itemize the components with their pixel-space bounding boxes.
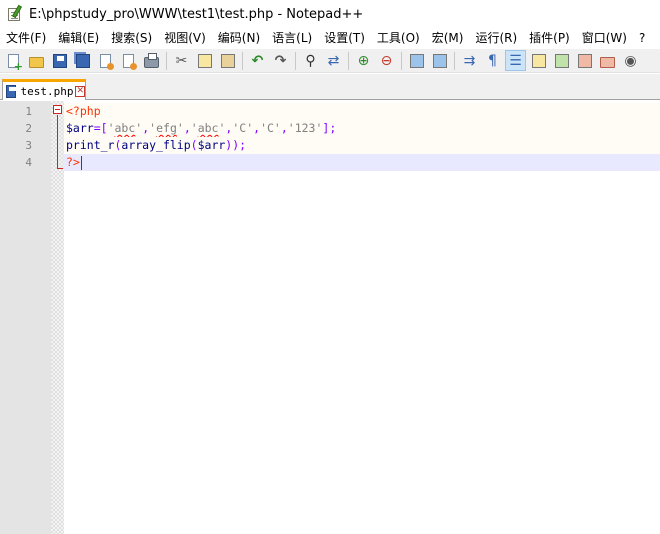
tab-test-php[interactable]: test.php ✕ [2,79,86,100]
save-all-icon[interactable] [72,50,93,71]
sync-vertical-icon[interactable] [406,50,427,71]
code-editor[interactable]: 1 2 3 4 <?php $arr=['abc','efg','abc','C','C… [0,101,660,534]
zoom-out-icon[interactable]: ⊖ [376,50,397,71]
line-number: 3 [25,139,32,152]
code-token: abc [114,121,136,135]
fold-range-line [57,115,58,169]
close-icon[interactable] [95,50,116,71]
menu-bar: 文件(F) 编辑(E) 搜索(S) 视图(V) 编码(N) 语言(L) 设置(T) 工具(O)… [0,28,660,49]
code-token: efg [156,121,177,135]
code-token: =[ [93,121,108,135]
document-map-icon[interactable] [551,50,572,71]
code-token: )); [225,138,247,152]
menu-settings[interactable]: 设置(T) [318,28,371,49]
menu-language[interactable]: 语言(L) [266,28,318,49]
menu-macro[interactable]: 宏(M) [426,28,470,49]
code-line[interactable]: <?php [64,103,660,120]
toolbar-separator [401,51,402,70]
copy-icon[interactable] [194,50,215,71]
zoom-in-icon[interactable]: ⊕ [353,50,374,71]
toolbar-separator [295,51,296,70]
fold-range-end [57,168,63,169]
folder-as-workspace-icon[interactable] [597,50,618,71]
show-all-chars-icon[interactable]: ¶ [482,50,503,71]
user-defined-language-icon[interactable] [528,50,549,71]
title-bar: E:\phpstudy_pro\WWW\test1\test.php - Not… [0,0,660,28]
code-token: ]; [322,121,337,135]
indent-guide-icon[interactable]: ☰ [505,50,526,71]
line-number: 4 [25,156,32,169]
menu-help[interactable]: ? [633,28,651,49]
code-token: ' [190,121,198,135]
code-token: array_flip [121,138,191,152]
code-token: 'C' [260,121,281,135]
code-token: ' [176,121,184,135]
paste-icon[interactable] [217,50,238,71]
function-list-icon[interactable] [574,50,595,71]
print-icon[interactable] [141,50,162,71]
menu-file[interactable]: 文件(F) [0,28,52,49]
text-caret [80,155,82,170]
toolbar: ✂ ↶ ↷ ⚲ ⇄ ⊕ ⊖ ⇉ ¶ ☰ ◉ [0,49,660,73]
new-file-icon[interactable] [3,50,24,72]
saved-file-icon [6,84,17,98]
code-token: $arr [197,138,226,152]
code-token: <?php [66,104,101,118]
cut-icon[interactable]: ✂ [171,50,192,71]
tab-label: test.php [20,84,74,98]
redo-icon[interactable]: ↷ [270,50,291,71]
open-file-icon[interactable] [26,50,47,71]
code-token: ?> [66,155,80,169]
word-wrap-icon[interactable]: ⇉ [459,50,480,71]
menu-run[interactable]: 运行(R) [469,28,523,49]
menu-window[interactable]: 窗口(W) [576,28,633,49]
find-icon[interactable]: ⚲ [300,50,321,71]
code-token: abc [197,121,219,135]
fold-collapse-icon[interactable] [53,105,62,114]
notepadplusplus-icon [7,4,23,22]
code-token: '123' [287,121,323,135]
code-token: , [280,121,288,135]
line-number: 2 [25,122,32,135]
undo-icon[interactable]: ↶ [247,50,268,71]
code-line[interactable]: ?> [64,154,660,171]
code-line[interactable]: print_r(array_flip($arr)); [64,137,660,154]
code-token: ( [190,138,198,152]
toolbar-separator [454,51,455,70]
toolbar-separator [166,51,167,70]
toolbar-separator [242,51,243,70]
menu-view[interactable]: 视图(V) [158,28,212,49]
window-title: E:\phpstudy_pro\WWW\test1\test.php - Not… [29,6,364,22]
menu-edit[interactable]: 编辑(E) [52,28,105,49]
save-icon[interactable] [49,50,70,71]
line-number: 1 [25,105,32,118]
menu-encoding[interactable]: 编码(N) [212,28,266,49]
code-text-area[interactable]: <?php $arr=['abc','efg','abc','C','C','12… [64,101,660,534]
line-number-gutter: 1 2 3 4 [0,101,51,534]
close-all-icon[interactable] [118,50,139,71]
menu-tools[interactable]: 工具(O) [371,28,426,49]
code-line[interactable]: $arr=['abc','efg','abc','C','C','123']; [64,120,660,137]
menu-plugins[interactable]: 插件(P) [523,28,576,49]
code-token: ' [107,121,115,135]
code-token: , [183,121,191,135]
code-token: $arr [66,121,94,135]
tab-close-icon[interactable]: ✕ [75,85,85,97]
sync-horizontal-icon[interactable] [429,50,450,71]
code-token: 'C' [232,121,254,135]
replace-icon[interactable]: ⇄ [323,50,344,71]
code-token: print_r [66,138,115,152]
tab-bar: test.php ✕ [0,74,660,100]
menu-search[interactable]: 搜索(S) [105,28,158,49]
toolbar-separator [348,51,349,70]
monitoring-icon[interactable]: ◉ [620,50,641,71]
